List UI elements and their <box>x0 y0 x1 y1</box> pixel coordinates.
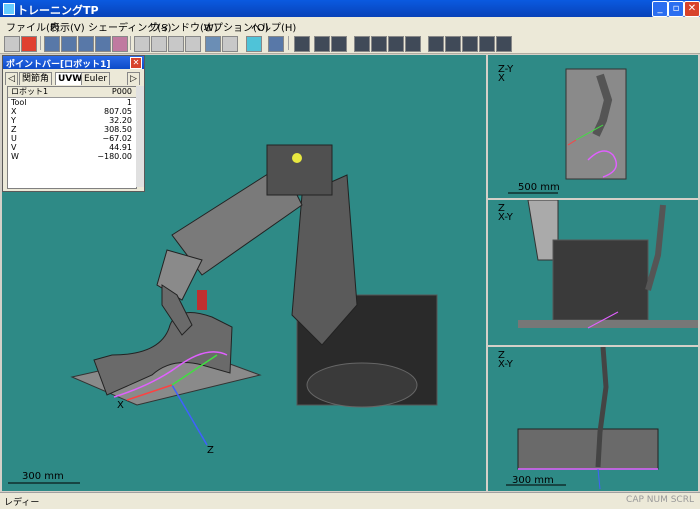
robot-icon[interactable] <box>4 36 20 52</box>
top-view-axis-label: Z-Y X <box>498 64 514 84</box>
app-icon <box>3 3 15 15</box>
render-icon[interactable] <box>246 36 262 52</box>
layout-3a-icon[interactable] <box>354 36 370 52</box>
front-view-scene <box>506 347 659 490</box>
row-key: W <box>11 152 19 161</box>
tab-joint-angle[interactable]: 関節角 <box>19 72 53 85</box>
arm-motor <box>266 144 333 196</box>
row-value: −67.02 <box>102 134 132 143</box>
front-view-scale-label: 300 mm <box>512 475 554 486</box>
toolbar-separator <box>288 36 289 50</box>
tool-icon-2[interactable] <box>61 36 77 52</box>
maximize-button[interactable]: ▫ <box>668 1 684 17</box>
delete-icon[interactable] <box>21 36 37 52</box>
table-row[interactable]: Y 32.20 <box>8 116 136 125</box>
close-icon[interactable]: ✕ <box>130 57 142 69</box>
keyboard-indicators: CAP NUM SCRL <box>626 495 694 505</box>
side-view-scene <box>518 200 698 329</box>
layout-vsplit-icon[interactable] <box>314 36 330 52</box>
window-title: トレーニングTP <box>17 4 99 17</box>
row-key: V <box>11 143 17 152</box>
cube-view-icon-3[interactable] <box>168 36 184 52</box>
tab-next-arrow[interactable]: ▷ <box>127 72 140 85</box>
z-axis-line <box>171 384 208 446</box>
layout-3c-icon[interactable] <box>388 36 404 52</box>
toolbar-separator <box>130 36 131 50</box>
row-value: 32.20 <box>109 116 132 125</box>
wireframe-icon[interactable] <box>222 36 238 52</box>
row-key: Y <box>11 116 16 125</box>
layout-4e-icon[interactable] <box>496 36 512 52</box>
title-bar: トレーニングTP _ ▫ ✕ <box>0 0 700 17</box>
front-view-viewport[interactable]: Z X-Y 300 mm <box>488 347 698 491</box>
tool-icon-1[interactable] <box>44 36 60 52</box>
table-row[interactable]: V 44.91 <box>8 143 136 152</box>
row-value: −180.00 <box>97 152 132 161</box>
row-key: U <box>11 134 17 143</box>
table-row[interactable]: W −180.00 <box>8 152 136 161</box>
tab-euler[interactable]: Euler <box>81 72 111 85</box>
row-key: Z <box>11 125 17 134</box>
header-robot: ロボット1 <box>11 87 49 96</box>
top-view-scale-label: 500 mm <box>518 182 560 193</box>
torch-body <box>197 290 207 310</box>
status-bar: レディー CAP NUM SCRL <box>0 492 700 509</box>
close-button[interactable]: ✕ <box>684 1 700 17</box>
layout-3d-icon[interactable] <box>405 36 421 52</box>
point-table-scrollbar[interactable] <box>136 86 144 187</box>
layout-4a-icon[interactable] <box>428 36 444 52</box>
cube-view-icon-2[interactable] <box>151 36 167 52</box>
cube-view-icon-1[interactable] <box>134 36 150 52</box>
minimize-button[interactable]: _ <box>652 1 668 17</box>
row-key: X <box>11 107 17 116</box>
scale-label: 300 mm <box>22 471 64 482</box>
table-row[interactable]: Z 308.50 <box>8 125 136 134</box>
layout-hsplit-icon[interactable] <box>331 36 347 52</box>
layout-4b-icon[interactable] <box>445 36 461 52</box>
point-bar-title-text: ポイントバー[ロボット1] <box>6 60 111 70</box>
header-point: P000 <box>111 87 132 96</box>
menu-help[interactable]: ヘルプ(H) <box>251 19 296 34</box>
menu-bar: ファイル(F) 表示(V) シェーディング(S) ウィンドウ(W) オプション(… <box>0 17 700 34</box>
table-row[interactable]: X 807.05 <box>8 107 136 116</box>
point-table: ロボット1 P000 Tool 1 X 807.05 Y 32.20 Z 308… <box>7 86 137 189</box>
point-bar-title: ポイントバー[ロボット1] ✕ <box>3 56 144 70</box>
top-view-viewport[interactable]: Z-Y X 500 mm <box>488 55 698 198</box>
side-view-axis-label: Z X-Y <box>498 203 513 223</box>
table-row[interactable]: Tool 1 <box>8 98 136 107</box>
layout-3b-icon[interactable] <box>371 36 387 52</box>
tab-prev-arrow[interactable]: ◁ <box>5 72 18 85</box>
top-view-scene <box>508 68 627 194</box>
motor-indicator <box>292 153 302 163</box>
toolbar <box>0 33 700 54</box>
layout-4d-icon[interactable] <box>479 36 495 52</box>
tool-icon-5[interactable] <box>112 36 128 52</box>
point-bar-panel: ポイントバー[ロボット1] ✕ ◁ 関節角 UVW Euler ▷ ロボット1 … <box>2 55 145 192</box>
point-table-header: ロボット1 P000 <box>8 87 136 98</box>
row-key: Tool <box>11 98 27 107</box>
row-value: 308.50 <box>104 125 132 134</box>
z-axis-label: Z <box>207 445 214 456</box>
row-value: 807.05 <box>104 107 132 116</box>
row-value: 1 <box>126 98 132 107</box>
tool-icon-4[interactable] <box>95 36 111 52</box>
status-text: レディー <box>4 498 40 508</box>
row-value: 44.91 <box>109 143 132 152</box>
layout-single-icon[interactable] <box>294 36 310 52</box>
menu-view[interactable]: 表示(V) <box>50 19 85 34</box>
side-view-viewport[interactable]: Z X-Y <box>488 200 698 345</box>
tool-icon-3[interactable] <box>78 36 94 52</box>
layout-4c-icon[interactable] <box>462 36 478 52</box>
front-view-axis-label: Z X-Y <box>498 350 513 370</box>
x-axis-label: X <box>117 400 124 411</box>
toolbar-separator <box>40 36 41 50</box>
base-turntable <box>306 362 418 408</box>
table-row[interactable]: U −67.02 <box>8 134 136 143</box>
cube-view-icon-4[interactable] <box>185 36 201 52</box>
globe-icon[interactable] <box>268 36 284 52</box>
shading-icon[interactable] <box>205 36 221 52</box>
